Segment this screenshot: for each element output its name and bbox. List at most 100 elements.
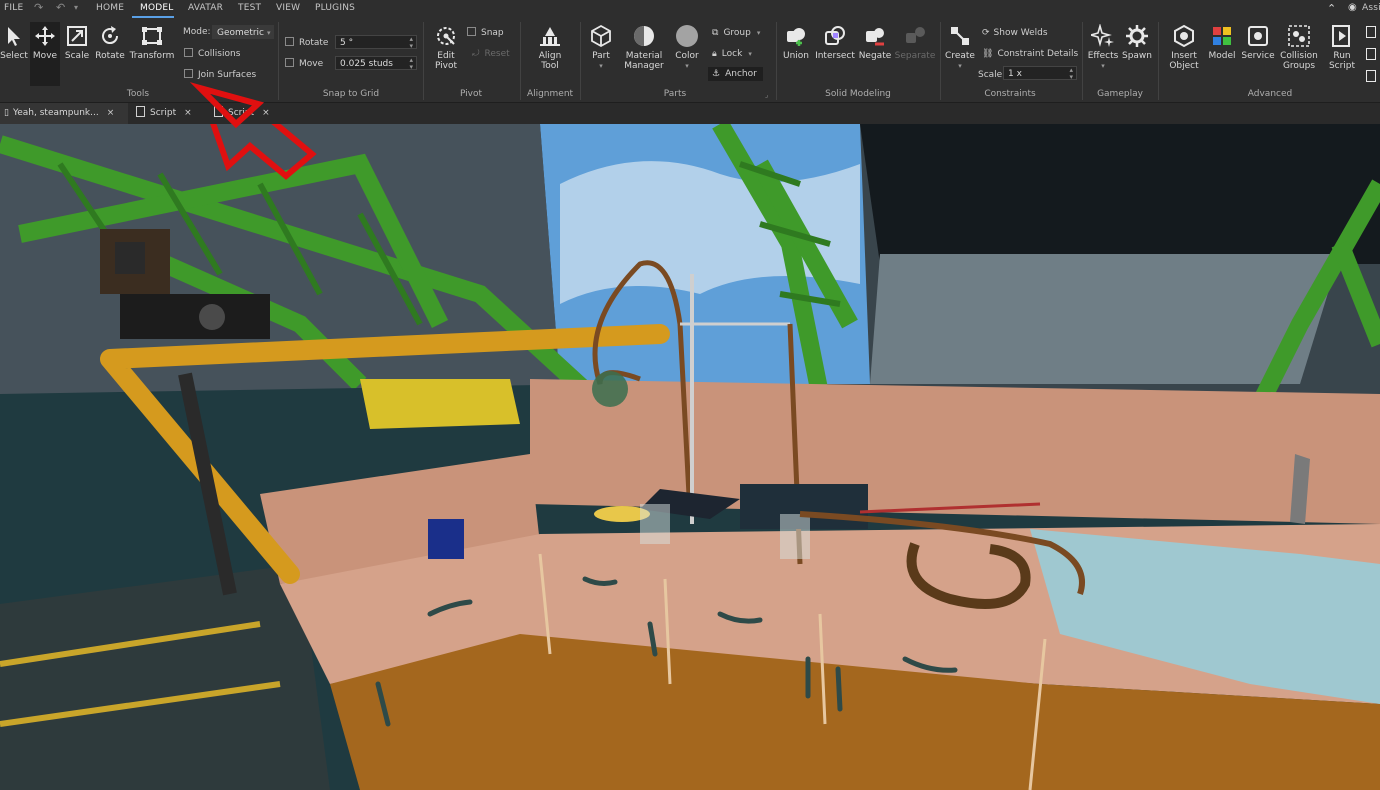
redo-icon[interactable]: ↷ [34,1,43,14]
edit-pivot-button[interactable]: Edit Pivot [428,24,464,71]
round-flask [592,371,628,407]
transform-tool-button[interactable]: Transform [128,24,176,61]
create-label: Create [945,51,975,61]
chevron-down-icon: ▾ [958,62,962,70]
move-snap-checkbox-box[interactable] [285,58,294,67]
join-surfaces-label: Join Surfaces [198,70,257,80]
constraint-details-button[interactable]: ⛓︎ Constraint Details [982,49,1078,59]
rotate-snap-checkbox[interactable]: Rotate [285,37,328,48]
local-script-icon[interactable] [1366,48,1376,60]
color-label: Color [675,51,699,61]
rotate-snap-value: 5 ° [340,38,354,48]
move-snap-checkbox[interactable]: Move [285,58,324,69]
material-manager-button[interactable]: Material Manager [622,24,666,71]
service-icon [1248,26,1268,46]
gameplay-group-label: Gameplay [1097,89,1143,99]
stepper-icon[interactable]: ▴ ▾ [409,36,413,50]
move-snap-input[interactable]: 0.025 studs ▴ ▾ [335,56,417,71]
create-constraint-button[interactable]: Create ▾ [944,24,976,71]
spawn-label: Spawn [1121,51,1152,61]
separate-icon [906,27,925,43]
menu-test[interactable]: TEST [238,3,261,13]
stepper-icon[interactable]: ▴ ▾ [1069,67,1073,81]
menu-home[interactable]: HOME [96,3,124,13]
menu-view[interactable]: VIEW [276,3,300,13]
edit-pivot-label-2: Pivot [434,61,458,71]
minimize-ribbon-icon[interactable]: ⌃ [1327,2,1336,15]
separator [940,22,941,100]
tab-place[interactable]: ▯ Yeah, steampunk... × [0,103,128,124]
constraint-scale-value: 1 x [1008,69,1022,79]
menu-avatar[interactable]: AVATAR [188,3,223,13]
collisions-checkbox[interactable]: Collisions [184,48,240,59]
rotate-snap-checkbox-box[interactable] [285,37,294,46]
machine-screen [115,242,145,274]
negate-button[interactable]: Negate [858,24,892,61]
anchor-button[interactable]: ⚓︎ Anchor [708,67,763,81]
constraint-scale-input[interactable]: 1 x ▴ ▾ [1003,66,1077,81]
insert-object-button[interactable]: Insert Object [1164,24,1204,71]
expand-group-icon[interactable]: ⌟ [765,91,768,99]
spawn-button[interactable]: Spawn [1121,24,1153,61]
stepper-icon[interactable]: ▴ ▾ [409,57,413,71]
sparkles-icon [1091,24,1114,47]
menu-plugins[interactable]: PLUGINS [315,3,355,13]
pivot-snap-label: Snap [481,28,504,38]
separate-button[interactable]: Separate [894,24,936,61]
pivot-group-label: Pivot [459,89,483,99]
mode-row: Mode: [183,27,211,37]
spawn-gear-icon [1126,25,1148,47]
collision-groups-button[interactable]: Collision Groups [1278,24,1320,71]
menu-bar: FILE ↷ ↶ ▾ HOME MODEL AVATAR TEST VIEW P… [0,0,1380,18]
rotate-tool-button[interactable]: Rotate [94,24,126,61]
module-script-icon[interactable] [1366,70,1376,82]
scale-tool-label: Scale [64,51,90,61]
advanced-overflow-icons[interactable] [1366,26,1376,86]
rotate-tool-label: Rotate [95,51,125,61]
collision-groups-icon [1288,25,1310,47]
show-welds-button[interactable]: ⟳ Show Welds [982,28,1048,38]
union-button[interactable]: Union [781,24,811,61]
menu-model[interactable]: MODEL [140,3,173,13]
join-surfaces-checkbox-box[interactable] [184,69,193,78]
move-tool-label: Move [32,51,58,61]
run-script-button[interactable]: Run Script [1324,24,1360,71]
quick-access-dropdown-icon[interactable]: ▾ [74,3,78,12]
mode-dropdown[interactable]: Geometric ▾ [212,25,274,39]
select-tool-button[interactable]: Select [0,24,28,61]
lock-button[interactable]: 🔒︎ Lock ▾ [712,49,752,59]
pivot-reset-label: Reset [484,49,510,59]
color-button[interactable]: Color ▾ [672,24,702,71]
move-tool-button[interactable]: Move [30,22,60,86]
effects-button[interactable]: Effects ▾ [1087,24,1119,71]
script-icon[interactable] [1366,26,1376,38]
intersect-button[interactable]: Intersect [815,24,855,61]
pivot-reset-button[interactable]: ⤾ Reset [472,49,510,59]
model-button[interactable]: Model [1206,24,1238,61]
blue-jar [428,519,464,559]
pivot-snap-checkbox-box[interactable] [467,27,476,36]
part-button[interactable]: Part ▾ [587,24,615,71]
align-tool-label-2: Tool [541,61,559,71]
menu-file[interactable]: FILE [4,3,23,13]
service-button[interactable]: Service [1240,24,1276,61]
transform-tool-label: Transform [129,51,175,61]
group-button[interactable]: ⧉ Group ▾ [712,28,760,38]
anchor-label: Anchor [725,69,757,79]
undo-icon[interactable]: ↶ [56,1,65,14]
close-icon[interactable]: × [107,108,115,118]
pivot-snap-checkbox[interactable]: Snap [467,27,504,38]
chevron-down-icon: ▾ [685,62,689,70]
align-tool-label-1: Align [538,51,562,61]
align-tool-button[interactable]: Align Tool [530,24,570,71]
3d-viewport[interactable] [0,124,1380,790]
rotate-snap-input[interactable]: 5 ° ▴ ▾ [335,35,417,50]
join-surfaces-checkbox[interactable]: Join Surfaces [184,69,257,80]
assistant-icon[interactable]: ◉ [1348,2,1357,13]
place-icon: ▯ [4,108,9,118]
scale-tool-button[interactable]: Scale [62,24,92,61]
move-snap-label: Move [299,59,324,69]
collisions-checkbox-box[interactable] [184,48,193,57]
assistant-button[interactable]: Assis [1362,3,1380,13]
stairs [0,564,330,790]
